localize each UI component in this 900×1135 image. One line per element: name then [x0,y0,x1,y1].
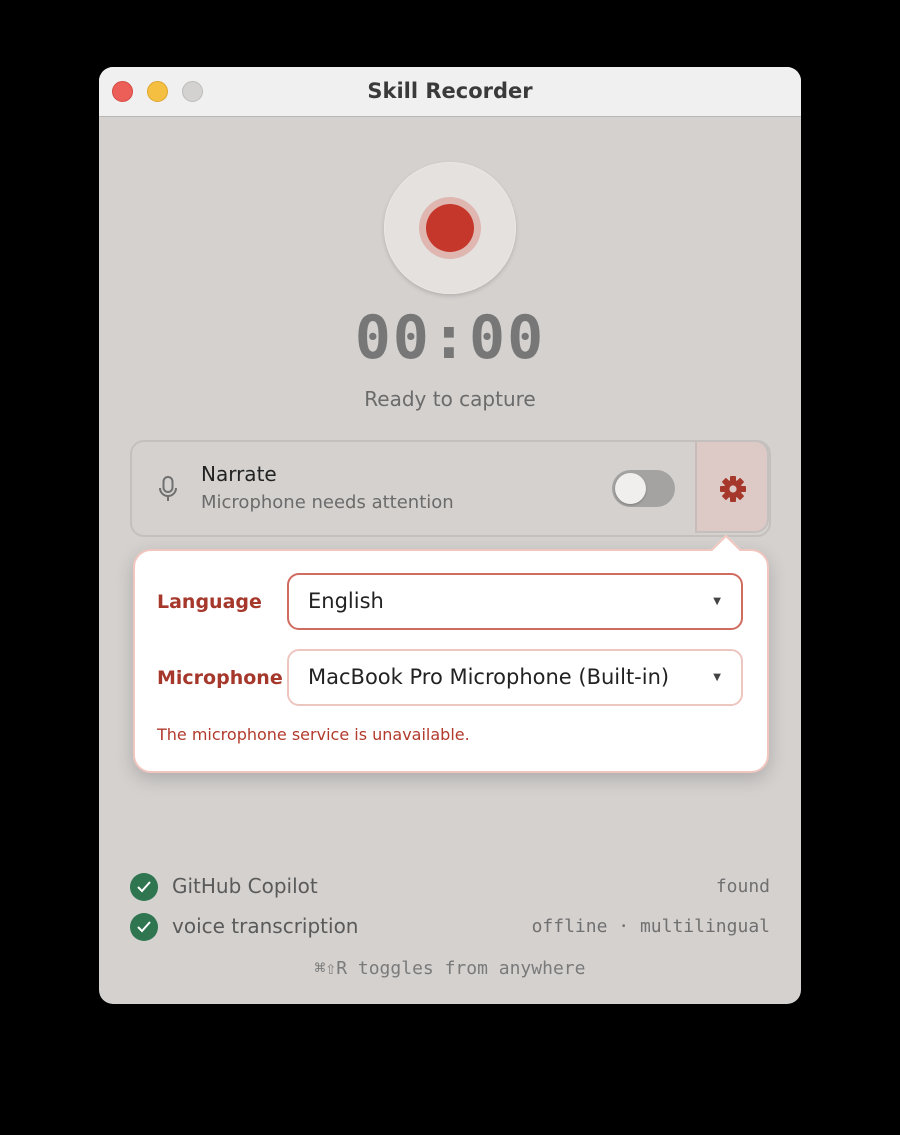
dependency-row-transcription: voice transcription offline · multilingu… [130,913,770,941]
window-title: Skill Recorder [367,79,533,103]
popover-arrow [710,534,742,566]
recorder-status: Ready to capture [364,387,536,411]
language-select[interactable]: English ▼ [287,573,743,630]
microphone-error: The microphone service is unavailable. [157,725,470,744]
shortcut-hint: ⌘⇧R toggles from anywhere [314,958,586,979]
narrate-toggle[interactable] [612,470,675,507]
record-icon [426,204,474,252]
microphone-icon [159,476,177,501]
dependency-label: GitHub Copilot [172,874,318,898]
narrate-card: Narrate Microphone needs attention [130,440,771,537]
language-label: Language [157,591,262,613]
dependency-row-copilot: GitHub Copilot found [130,873,770,901]
dependency-status: offline · multilingual [531,916,770,937]
language-value: English [308,589,384,613]
microphone-label: Microphone [157,667,283,689]
dependency-status: found [715,876,770,897]
title-bar: Skill Recorder [99,67,801,117]
chevron-down-icon: ▼ [713,596,721,607]
narrate-settings-popover: Language English ▼ Microphone MacBook Pr… [133,534,769,773]
check-icon [130,913,158,941]
microphone-select[interactable]: MacBook Pro Microphone (Built-in) ▼ [287,649,743,706]
record-button[interactable] [384,162,516,294]
app-window: Skill Recorder 00:00 Ready to capture Na… [99,67,801,1004]
chevron-down-icon: ▼ [713,672,721,683]
check-icon [130,873,158,901]
microphone-value: MacBook Pro Microphone (Built-in) [308,665,670,689]
dependency-label: voice transcription [172,914,359,938]
gear-icon [720,476,746,502]
toggle-knob [615,473,646,504]
narrate-subtitle: Microphone needs attention [201,492,454,513]
narrate-title: Narrate [201,462,277,486]
elapsed-timer: 00:00 [354,303,546,373]
narrate-settings-button[interactable] [695,440,769,533]
